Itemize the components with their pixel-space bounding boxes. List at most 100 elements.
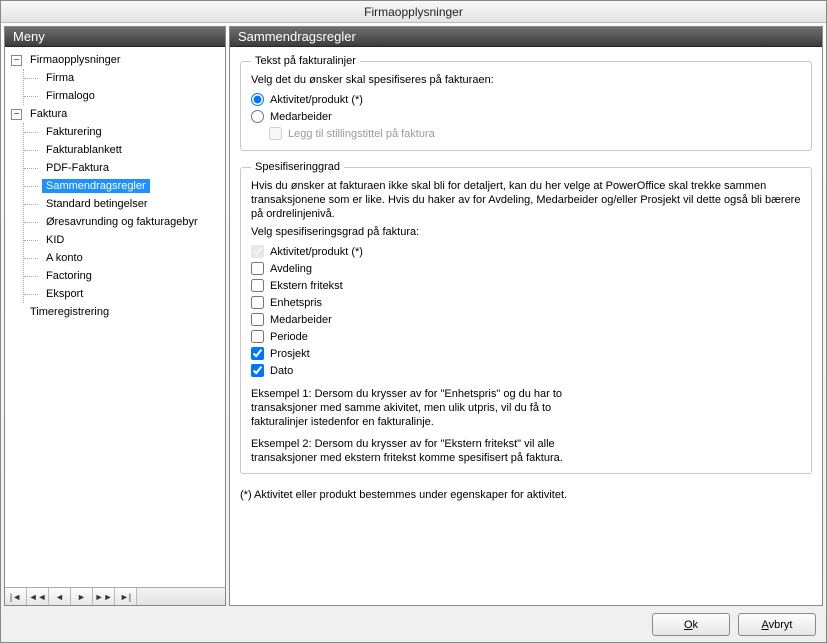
tree-label: Factoring [42,269,96,283]
cancel-button[interactable]: Avbryt [738,613,816,636]
nav-next-button[interactable]: ► [71,588,93,605]
tree-row-sammendragsregler[interactable]: Sammendragsregler [38,177,225,195]
dialog-window: Firmaopplysninger Meny − Firmaopplysning… [0,0,827,643]
tree-node-faktura: − Faktura Fakturering Fakturablankett PD… [7,105,225,303]
nav-next-page-button[interactable]: ►► [93,588,115,605]
group-legend: Tekst på fakturalinjer [251,55,360,67]
tree-row-standard-betingelser[interactable]: Standard betingelser [38,195,225,213]
tree-label: Faktura [26,107,71,121]
checkbox-input [251,245,264,258]
example-2: Eksempel 2: Dersom du krysser av for "Ek… [251,437,611,465]
record-navigator: |◄ ◄◄ ◄ ► ►► ►| [5,587,225,605]
check-enhetspris[interactable]: Enhetspris [251,294,801,311]
tree-row-faktura[interactable]: − Faktura [7,105,225,123]
menu-panel-header: Meny [5,27,225,47]
tree-row-firma[interactable]: Firma [38,69,225,87]
tree-row-oresavrunding[interactable]: Øresavrunding og fakturagebyr [38,213,225,231]
check-prosjekt[interactable]: Prosjekt [251,345,801,362]
checkbox-label: Avdeling [270,263,312,275]
checkbox-input[interactable] [251,296,264,309]
tree-label: Timeregistrering [26,305,113,319]
tree-row-eksport[interactable]: Eksport [38,285,225,303]
tree-row-firmalogo[interactable]: Firmalogo [38,87,225,105]
check-medarbeider[interactable]: Medarbeider [251,311,801,328]
tree-label: A konto [42,251,87,265]
tree-label: Fakturering [42,125,106,139]
tree-label: PDF-Faktura [42,161,113,175]
checkbox-label: Enhetspris [270,297,322,309]
checkbox-input[interactable] [251,347,264,360]
tree-node-firma: Firma [24,69,225,87]
tree-label: Eksport [42,287,87,301]
tree-row-kid[interactable]: KID [38,231,225,249]
footnote: (*) Aktivitet eller produkt bestemmes un… [240,488,812,502]
detail-panel-header: Sammendragsregler [230,27,822,47]
tree-label: Fakturablankett [42,143,126,157]
tree-label: Sammendragsregler [42,179,150,193]
check-aktivitet-produkt: Aktivitet/produkt (*) [251,243,801,260]
radio-medarbeider[interactable]: Medarbeider [251,108,801,125]
checkbox-label: Medarbeider [270,314,332,326]
checkbox-input [269,127,282,140]
tree-row-firmaopplysninger[interactable]: − Firmaopplysninger [7,51,225,69]
tree-node-timeregistrering: Timeregistrering [7,303,225,321]
expander-icon[interactable]: − [11,55,22,66]
tree-row-fakturablankett[interactable]: Fakturablankett [38,141,225,159]
checkbox-input[interactable] [251,364,264,377]
checkbox-input[interactable] [251,262,264,275]
checkbox-label: Periode [270,331,308,343]
nav-prev-page-button[interactable]: ◄◄ [27,588,49,605]
tree-row-timeregistrering[interactable]: Timeregistrering [7,303,225,321]
window-title: Firmaopplysninger [1,1,826,23]
tree-label: KID [42,233,68,247]
check-dato[interactable]: Dato [251,362,801,379]
detail-panel: Sammendragsregler Tekst på fakturalinjer… [229,26,823,606]
check-avdeling[interactable]: Avdeling [251,260,801,277]
checkbox-label: Dato [270,365,293,377]
group1-prompt: Velg det du ønsker skal spesifiseres på … [251,73,801,87]
radio-input[interactable] [251,110,264,123]
nav-first-button[interactable]: |◄ [5,588,27,605]
tree-row-factoring[interactable]: Factoring [38,267,225,285]
checkbox-input[interactable] [251,279,264,292]
radio-label: Aktivitet/produkt (*) [270,94,363,106]
radio-label: Medarbeider [270,111,332,123]
group2-intro: Hvis du ønsker at fakturaen ikke skal bl… [251,179,801,221]
checkbox-label: Prosjekt [270,348,310,360]
detail-content: Tekst på fakturalinjer Velg det du ønske… [230,47,822,510]
checkbox-label: Legg til stillingstittel på faktura [288,128,435,140]
menu-panel-body: − Firmaopplysninger Firma [5,47,225,587]
dialog-body: Meny − Firmaopplysninger [1,23,826,606]
tree-label: Firmalogo [42,89,99,103]
tree-label: Øresavrunding og fakturagebyr [42,215,202,229]
radio-aktivitet-produkt[interactable]: Aktivitet/produkt (*) [251,91,801,108]
tree-node-firmaopplysninger: − Firmaopplysninger Firma [7,51,225,105]
expander-icon[interactable]: − [11,109,22,120]
check-periode[interactable]: Periode [251,328,801,345]
tree-node-firmalogo: Firmalogo [24,87,225,105]
example-1: Eksempel 1: Dersom du krysser av for "En… [251,387,611,429]
check-stillingstittel: Legg til stillingstittel på faktura [269,125,801,142]
checkbox-input[interactable] [251,330,264,343]
checkbox-input[interactable] [251,313,264,326]
check-ekstern-fritekst[interactable]: Ekstern fritekst [251,277,801,294]
tree-label: Firmaopplysninger [26,53,124,67]
tree-row-a-konto[interactable]: A konto [38,249,225,267]
nav-last-button[interactable]: ►| [115,588,137,605]
checkbox-label: Ekstern fritekst [270,280,343,292]
nav-prev-button[interactable]: ◄ [49,588,71,605]
checkbox-label: Aktivitet/produkt (*) [270,246,363,258]
group-tekst-pa-fakturalinjer: Tekst på fakturalinjer Velg det du ønske… [240,55,812,151]
group-spesifiseringgrad: Spesifiseringgrad Hvis du ønsker at fakt… [240,161,812,474]
nav-tree: − Firmaopplysninger Firma [5,47,225,325]
menu-panel: Meny − Firmaopplysninger [4,26,226,606]
dialog-button-row: Ok Avbryt [1,606,826,642]
tree-label: Standard betingelser [42,197,152,211]
radio-input[interactable] [251,93,264,106]
tree-row-fakturering[interactable]: Fakturering [38,123,225,141]
ok-button[interactable]: Ok [652,613,730,636]
tree-row-pdf-faktura[interactable]: PDF-Faktura [38,159,225,177]
tree-label: Firma [42,71,78,85]
group-legend: Spesifiseringgrad [251,161,344,173]
group2-prompt: Velg spesifiseringsgrad på faktura: [251,225,801,239]
